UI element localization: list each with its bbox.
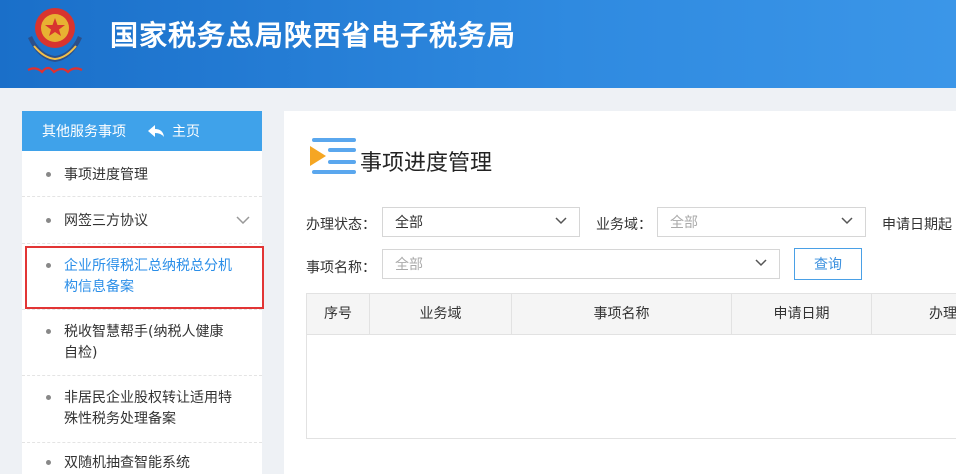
sidebar-item-health-check[interactable]: 税收智慧帮手(纳税人健康自检) bbox=[22, 310, 262, 376]
column-header-domain[interactable]: 业务域 bbox=[370, 294, 512, 334]
sidebar-item-label: 网签三方协议 bbox=[64, 213, 148, 229]
header-title: 国家税务总局陕西省电子税务局 bbox=[110, 19, 517, 52]
domain-placeholder: 全部 bbox=[670, 215, 698, 231]
chevron-down-icon bbox=[555, 217, 567, 225]
item-name-select[interactable]: 全部 bbox=[382, 249, 780, 279]
table-header: 序号 业务域 事项名称 申请日期 办理 bbox=[307, 294, 956, 335]
item-name-label: 事项名称： bbox=[306, 260, 376, 276]
page-title: 事项进度管理 bbox=[360, 151, 493, 176]
sidebar-item-label: 非居民企业股权转让适用特殊性税务处理备案 bbox=[64, 390, 232, 427]
apply-date-label: 申请日期起 bbox=[882, 217, 952, 233]
status-value: 全部 bbox=[395, 215, 423, 231]
bullet-dot-icon bbox=[46, 218, 51, 223]
bullet-dot-icon bbox=[46, 395, 51, 400]
column-header-status[interactable]: 办理 bbox=[872, 294, 956, 334]
sidebar-title: 其他服务事项 bbox=[42, 124, 126, 140]
sidebar-item-label: 税收智慧帮手(纳税人健康自检) bbox=[64, 324, 224, 361]
column-header-index[interactable]: 序号 bbox=[307, 294, 370, 334]
bullet-dot-icon bbox=[46, 172, 51, 177]
chevron-down-icon[interactable] bbox=[236, 216, 250, 224]
status-label: 办理状态： bbox=[306, 217, 376, 233]
back-arrow-icon bbox=[148, 125, 164, 137]
chevron-down-icon bbox=[755, 259, 767, 267]
sidebar-header: 其他服务事项 主页 bbox=[22, 111, 262, 151]
domain-select[interactable]: 全部 bbox=[657, 207, 866, 237]
progress-table: 序号 业务域 事项名称 申请日期 办理 bbox=[306, 293, 956, 439]
bullet-dot-icon bbox=[46, 329, 51, 334]
sidebar-item-tripartite[interactable]: 网签三方协议 bbox=[22, 197, 262, 244]
item-name-placeholder: 全部 bbox=[395, 257, 423, 273]
chevron-down-icon bbox=[841, 217, 853, 225]
sidebar-item-equity-transfer[interactable]: 非居民企业股权转让适用特殊性税务处理备案 bbox=[22, 376, 262, 443]
bullet-dot-icon bbox=[46, 460, 51, 465]
highlight-box bbox=[25, 246, 264, 309]
query-button[interactable]: 查询 bbox=[794, 248, 862, 280]
column-header-apply-date[interactable]: 申请日期 bbox=[732, 294, 872, 334]
list-play-icon bbox=[310, 138, 356, 174]
sidebar-item-progress[interactable]: 事项进度管理 bbox=[22, 151, 262, 197]
main-panel: 事项进度管理 办理状态： 全部 业务域： 全部 申请日期起 事项名称： 全部 查… bbox=[284, 111, 956, 474]
sidebar-item-label: 事项进度管理 bbox=[64, 167, 148, 183]
column-header-item-name[interactable]: 事项名称 bbox=[512, 294, 732, 334]
sidebar-item-random-inspection[interactable]: 双随机抽查智能系统 bbox=[22, 443, 262, 474]
app-header: 国家税务总局陕西省电子税务局 bbox=[0, 0, 956, 88]
home-link[interactable]: 主页 bbox=[148, 121, 200, 141]
sidebar-item-label: 双随机抽查智能系统 bbox=[64, 455, 190, 471]
status-select[interactable]: 全部 bbox=[382, 207, 580, 237]
home-label: 主页 bbox=[172, 124, 200, 140]
tax-emblem-icon bbox=[27, 8, 83, 74]
domain-label: 业务域： bbox=[596, 217, 652, 233]
